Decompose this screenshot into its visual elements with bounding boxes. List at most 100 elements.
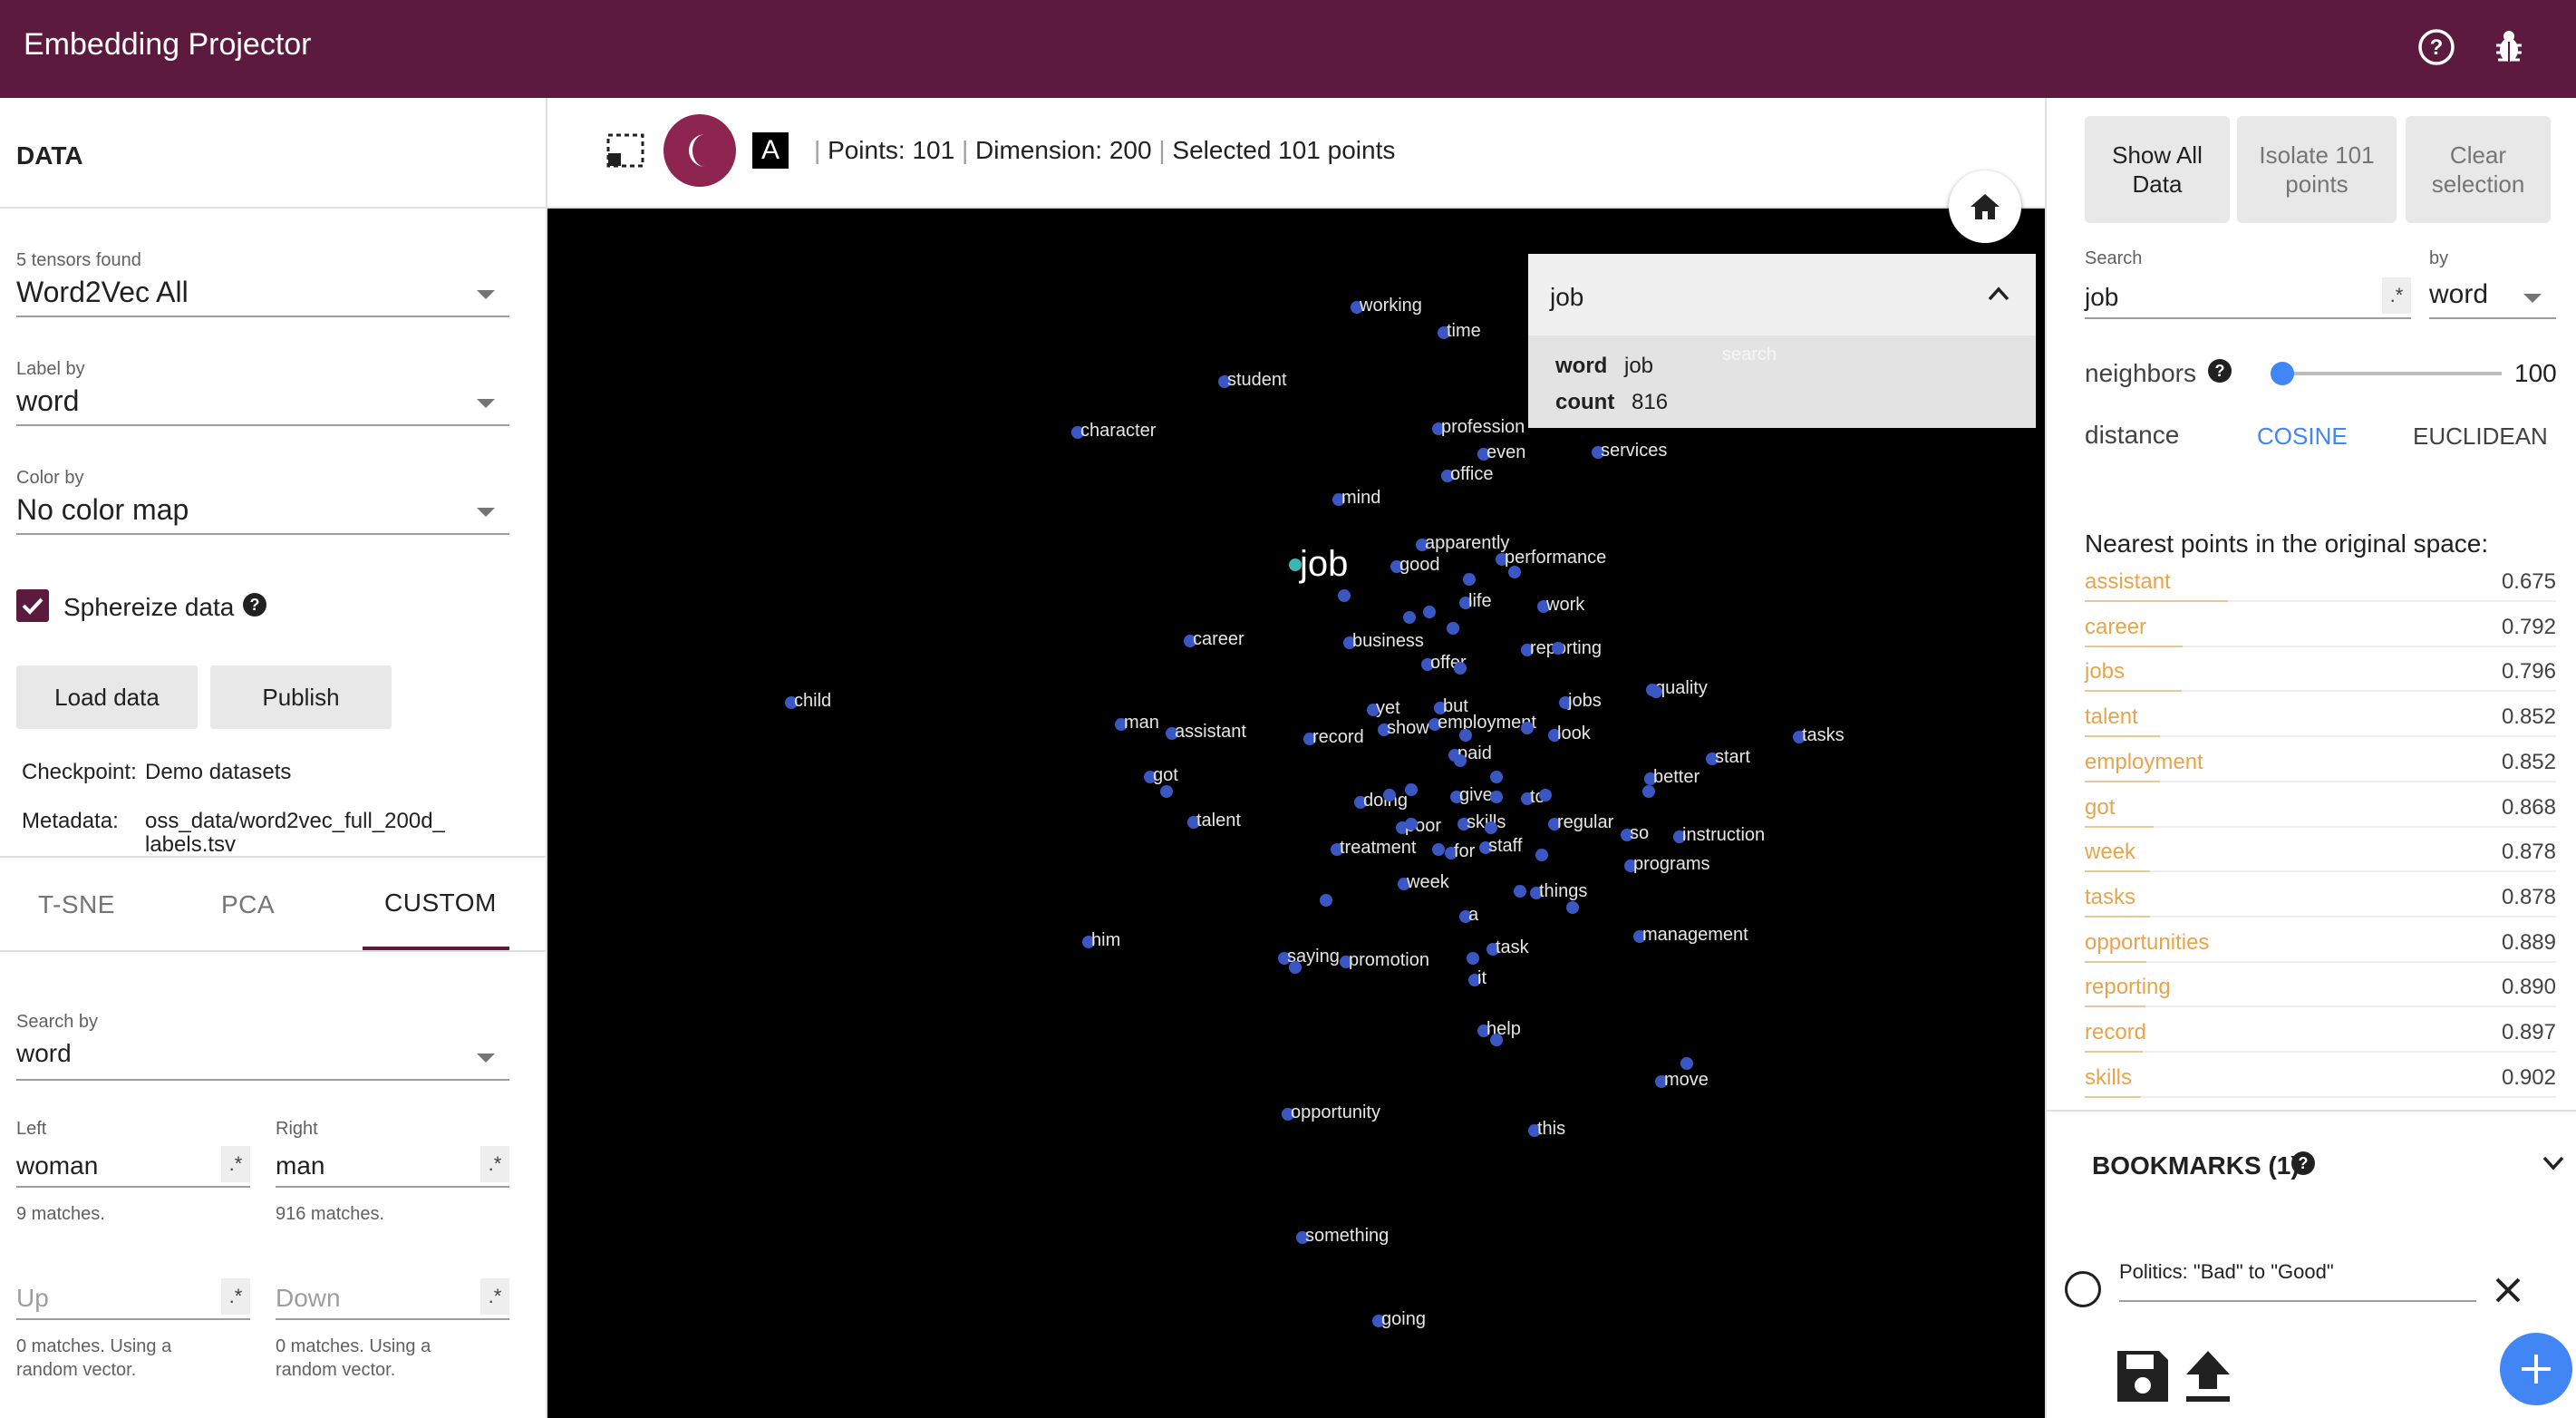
- point-label[interactable]: life: [1468, 591, 1492, 612]
- point-dot[interactable]: [1535, 849, 1548, 861]
- point-label[interactable]: him: [1091, 930, 1120, 951]
- point-label[interactable]: man: [1124, 713, 1159, 733]
- point-label[interactable]: jobs: [1568, 691, 1602, 712]
- tab-custom[interactable]: CUSTOM: [384, 889, 497, 918]
- show-all-data-button[interactable]: Show All Data: [2085, 116, 2230, 223]
- point-label[interactable]: show: [1387, 718, 1429, 739]
- point-label[interactable]: move: [1664, 1070, 1709, 1091]
- nearest-word[interactable]: assistant: [2085, 569, 2171, 595]
- nearest-row[interactable]: employment 0.852: [2085, 741, 2556, 786]
- point-dot[interactable]: [1423, 606, 1436, 618]
- chevron-down-icon[interactable]: [2542, 1153, 2565, 1176]
- regex-toggle[interactable]: .*: [2382, 277, 2411, 314]
- point-label[interactable]: profession: [1441, 417, 1525, 438]
- sphereize-checkbox[interactable]: [16, 589, 49, 622]
- point-label[interactable]: good: [1399, 555, 1440, 576]
- regex-toggle[interactable]: .*: [480, 1146, 509, 1182]
- point-label[interactable]: tasks: [1802, 725, 1845, 746]
- point-dot[interactable]: [1403, 611, 1416, 624]
- nearest-word[interactable]: opportunities: [2085, 930, 2209, 956]
- point-label[interactable]: start: [1715, 747, 1750, 768]
- point-dot[interactable]: [1459, 729, 1472, 742]
- point-label[interactable]: programs: [1633, 854, 1709, 875]
- nearest-row[interactable]: opportunities 0.889: [2085, 921, 2556, 966]
- point-label[interactable]: so: [1630, 823, 1649, 844]
- point-label[interactable]: regular: [1557, 812, 1613, 833]
- point-dot[interactable]: [1289, 961, 1302, 974]
- load-data-button[interactable]: Load data: [16, 665, 198, 729]
- color-by-select[interactable]: No color map: [16, 486, 509, 535]
- bug-icon[interactable]: [2484, 22, 2534, 73]
- nearest-row[interactable]: jobs 0.796: [2085, 650, 2556, 695]
- add-bookmark-button[interactable]: [2500, 1333, 2572, 1405]
- point-dot[interactable]: [1338, 589, 1351, 602]
- nearest-word[interactable]: got: [2085, 795, 2115, 821]
- point-label[interactable]: opportunity: [1291, 1102, 1380, 1123]
- tensor-select[interactable]: Word2Vec All: [16, 268, 509, 317]
- close-icon[interactable]: [2494, 1277, 2522, 1308]
- regex-toggle[interactable]: .*: [221, 1278, 250, 1315]
- search-input[interactable]: job .*: [2085, 272, 2411, 319]
- point-label[interactable]: look: [1557, 724, 1591, 744]
- point-label[interactable]: going: [1381, 1309, 1426, 1330]
- nearest-row[interactable]: got 0.868: [2085, 786, 2556, 831]
- point-label[interactable]: yet: [1376, 698, 1400, 719]
- point-dot[interactable]: [1490, 771, 1503, 783]
- label-toggle-icon[interactable]: A: [752, 132, 789, 169]
- nearest-word[interactable]: career: [2085, 615, 2146, 640]
- nearest-word[interactable]: jobs: [2085, 659, 2125, 685]
- point-dot[interactable]: [1552, 642, 1564, 655]
- point-dot[interactable]: [1454, 662, 1467, 675]
- point-label[interactable]: staff: [1488, 836, 1522, 857]
- neighbors-slider-knob[interactable]: [2270, 362, 2294, 385]
- nearest-word[interactable]: reporting: [2085, 975, 2171, 1000]
- point-label[interactable]: treatment: [1340, 838, 1416, 859]
- euclidean-toggle[interactable]: EUCLIDEAN: [2413, 422, 2548, 451]
- point-dot[interactable]: [1463, 573, 1476, 586]
- point-label[interactable]: give: [1459, 785, 1493, 806]
- clear-selection-button[interactable]: Clear selection: [2406, 116, 2551, 223]
- nearest-word[interactable]: record: [2085, 1020, 2146, 1045]
- point-dot[interactable]: [1508, 566, 1521, 578]
- point-label[interactable]: a: [1468, 905, 1478, 926]
- up-input[interactable]: Up .*: [16, 1273, 250, 1320]
- tab-tsne[interactable]: T-SNE: [38, 890, 115, 919]
- nearest-word[interactable]: talent: [2085, 704, 2138, 730]
- bookmark-radio[interactable]: [2065, 1271, 2101, 1307]
- point-label[interactable]: assistant: [1175, 722, 1246, 743]
- point-label[interactable]: for: [1454, 841, 1475, 862]
- nearest-word[interactable]: week: [2085, 840, 2135, 865]
- point-label[interactable]: instruction: [1682, 825, 1765, 846]
- point-label[interactable]: services: [1601, 441, 1667, 461]
- point-label[interactable]: talent: [1196, 811, 1241, 831]
- point-dot[interactable]: [1467, 952, 1479, 965]
- nearest-row[interactable]: career 0.792: [2085, 606, 2556, 651]
- point-label[interactable]: career: [1193, 629, 1244, 650]
- point-label[interactable]: reporting: [1530, 638, 1602, 659]
- down-input[interactable]: Down .*: [276, 1273, 509, 1320]
- point-label[interactable]: work: [1546, 595, 1584, 616]
- tab-pca[interactable]: PCA: [221, 890, 275, 919]
- point-dot[interactable]: [1514, 885, 1526, 898]
- point-dot[interactable]: [1320, 894, 1332, 907]
- point-dot[interactable]: [1432, 843, 1445, 856]
- save-icon[interactable]: [2114, 1347, 2172, 1410]
- focus-point-label[interactable]: job: [1300, 544, 1348, 585]
- point-dot[interactable]: [1383, 789, 1396, 801]
- upload-icon[interactable]: [2183, 1347, 2233, 1410]
- point-label[interactable]: task: [1496, 937, 1529, 958]
- bookmark-name-field[interactable]: Politics: "Bad" to "Good": [2119, 1260, 2476, 1302]
- search-by-field-select[interactable]: word: [2429, 272, 2556, 319]
- help-icon[interactable]: ?: [243, 593, 266, 617]
- nearest-word[interactable]: tasks: [2085, 885, 2135, 910]
- point-label[interactable]: student: [1227, 370, 1287, 391]
- point-label[interactable]: it: [1477, 968, 1487, 989]
- nearest-row[interactable]: week 0.878: [2085, 830, 2556, 876]
- cosine-toggle[interactable]: COSINE: [2257, 422, 2348, 451]
- nearest-row[interactable]: reporting 0.890: [2085, 966, 2556, 1011]
- nearest-word[interactable]: employment: [2085, 750, 2203, 775]
- point-label[interactable]: management: [1642, 925, 1748, 946]
- point-label[interactable]: something: [1305, 1226, 1389, 1247]
- nearest-row[interactable]: assistant 0.675: [2085, 560, 2556, 606]
- point-dot[interactable]: [1405, 783, 1418, 796]
